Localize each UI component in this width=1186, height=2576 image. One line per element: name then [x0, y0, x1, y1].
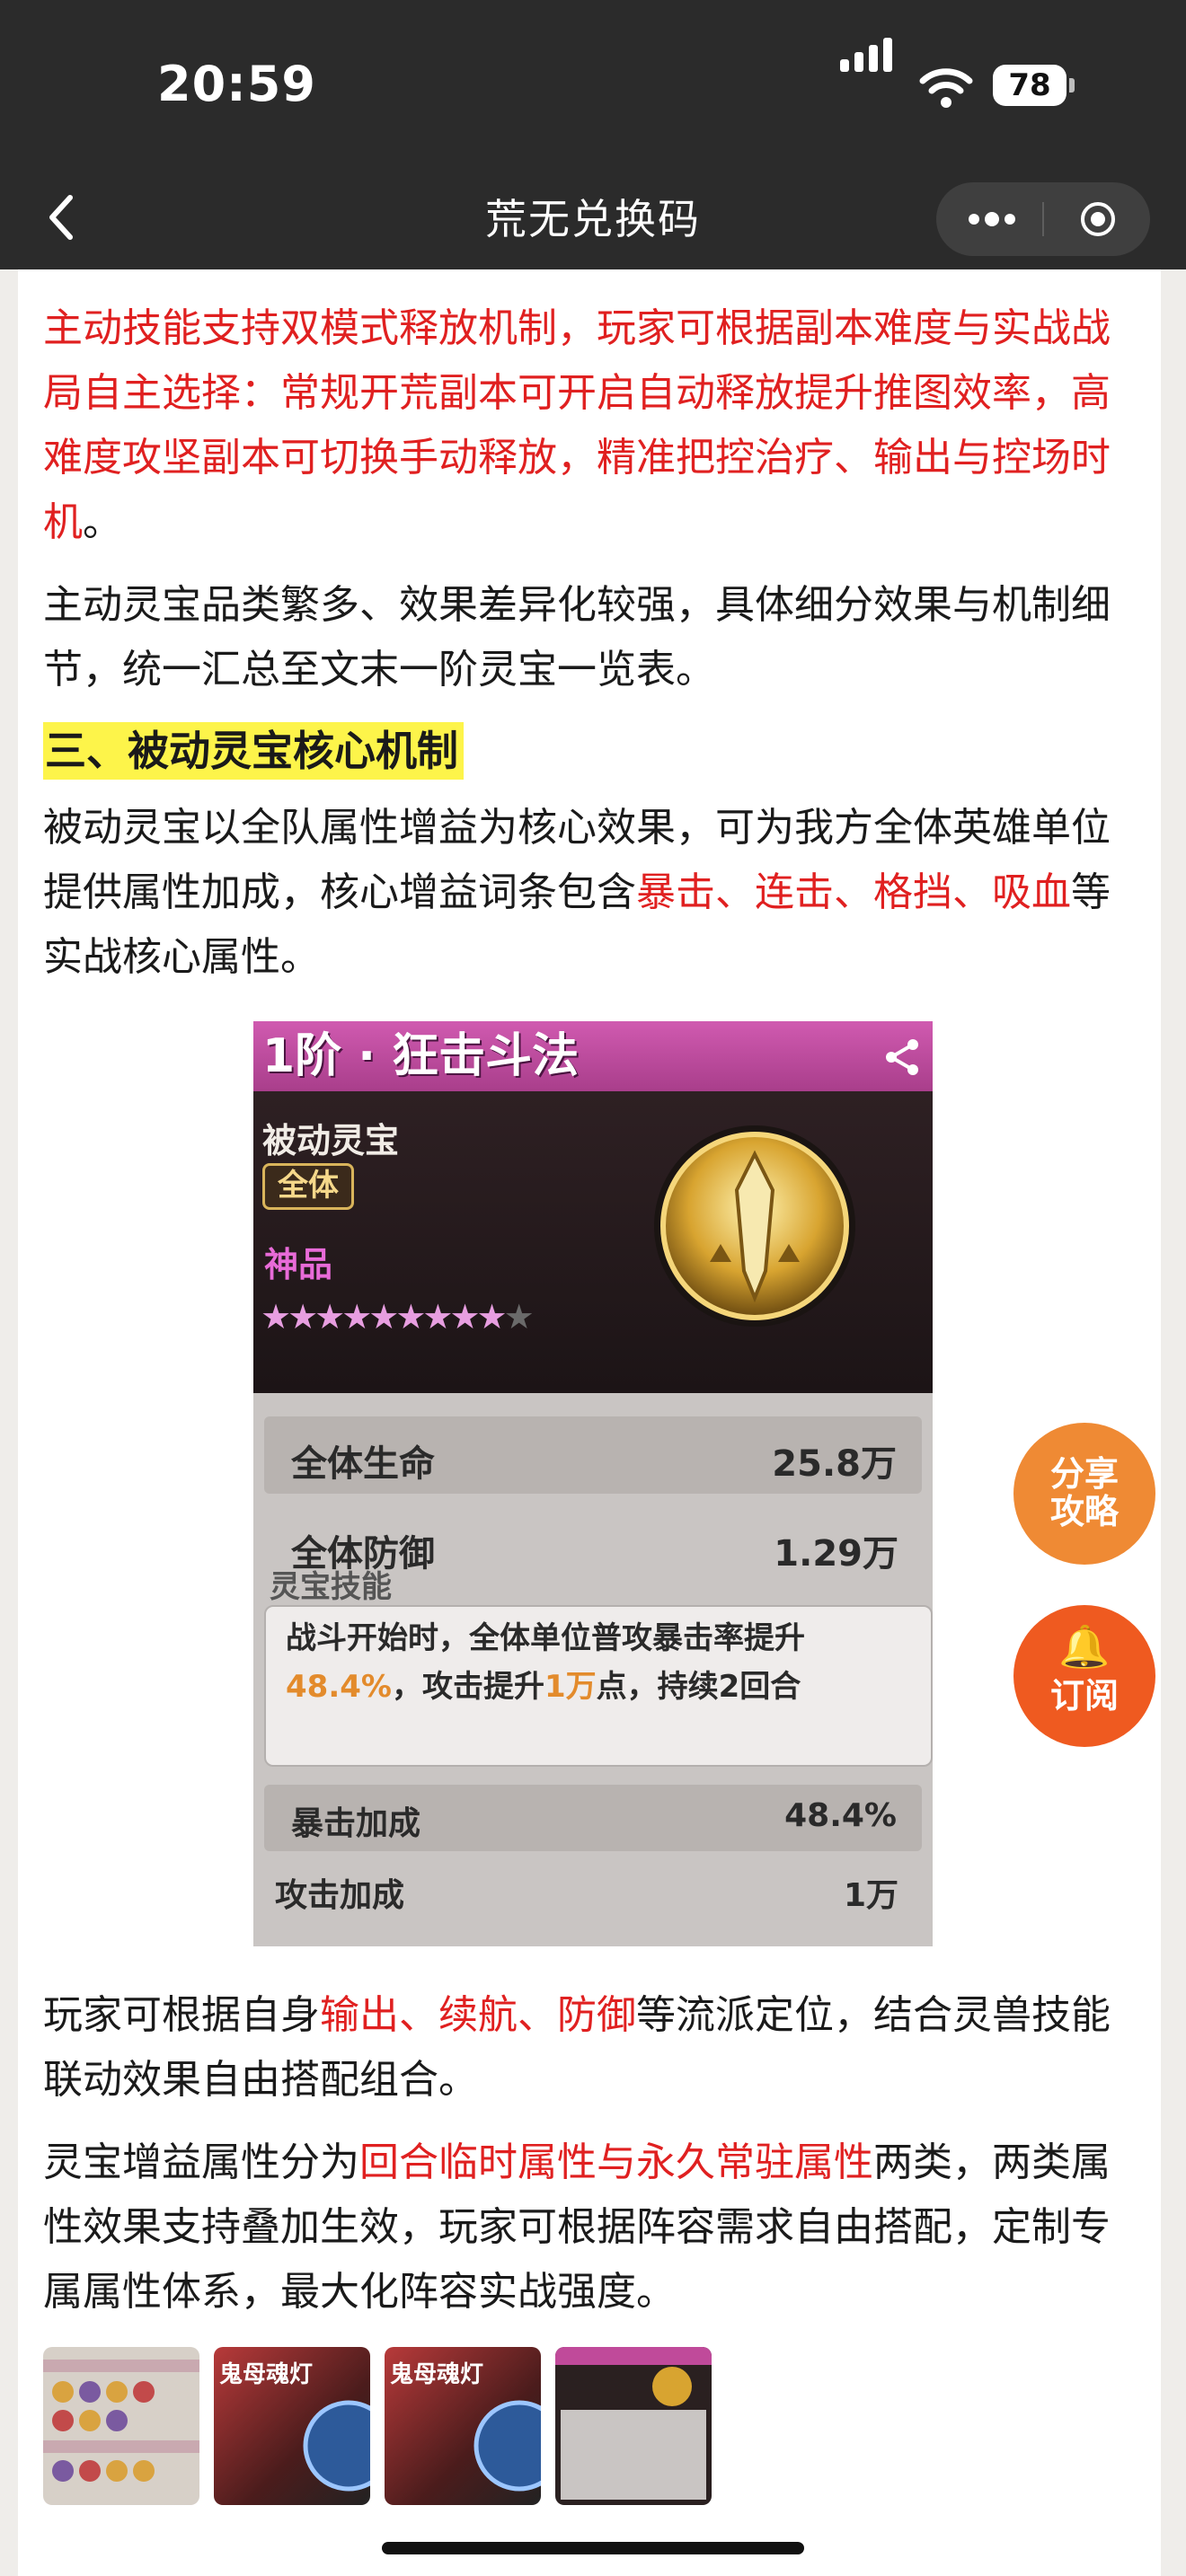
- paragraph-active-variety: 主动灵宝品类繁多、效果差异化较强，具体细分效果与机制细节，统一汇总至文末一阶灵宝…: [43, 582, 1111, 693]
- share-label-line1: 分享: [1049, 1454, 1119, 1494]
- stat-row: 全体生命 25.8万: [264, 1416, 922, 1494]
- more-dots-icon[interactable]: [967, 207, 1017, 232]
- sword-medal-icon: [654, 1125, 855, 1327]
- subscribe-button[interactable]: 🔔 订阅: [1013, 1605, 1155, 1747]
- section-heading-wrap: 三、被动灵宝核心机制: [43, 722, 1130, 780]
- thumbnail-label: 鬼母魂灯: [390, 2361, 484, 2388]
- capsule-divider: [1042, 202, 1044, 236]
- close-target-icon[interactable]: [1080, 201, 1116, 237]
- skill-text: ，攻击提升: [391, 1669, 544, 1705]
- paragraph-text: 玩家可根据自身: [43, 1992, 320, 2038]
- mini-program-capsule: [936, 182, 1150, 256]
- card-title: 1阶 · 狂击斗法: [262, 1029, 580, 1083]
- highlight-red-text: 回合临时属性与永久常驻属性: [359, 2139, 873, 2185]
- paragraph-active-skill: 主动技能支持双模式释放机制，玩家可根据副本难度与实战战局自主选择：常规开荒副本可…: [43, 296, 1130, 555]
- share-guide-button[interactable]: 分享 攻略: [1013, 1423, 1155, 1565]
- filled-stars: ★★★★★★★★★: [261, 1297, 508, 1337]
- thumbnail-grid-icon: [43, 2360, 199, 2482]
- article-body: 主动技能支持双模式释放机制，玩家可根据副本难度与实战战局自主选择：常规开荒副本可…: [43, 269, 1130, 990]
- paragraph-passive-intro: 被动灵宝以全队属性增益为核心效果，可为我方全体英雄单位提供属性加成，核心增益词条…: [43, 796, 1130, 990]
- card-scope-badge: 全体: [262, 1163, 354, 1210]
- empty-star: ★: [503, 1297, 535, 1337]
- bonus-value: 1万: [843, 1877, 898, 1914]
- stat-value: 1.29万: [774, 1533, 898, 1575]
- card-title-bar: 1阶 · 狂击斗法: [253, 1021, 933, 1091]
- card-stars: ★★★★★★★★★★: [261, 1297, 535, 1337]
- wifi-icon: [919, 68, 973, 108]
- battery-indicator: 78: [993, 65, 1067, 106]
- share-guide-label: 分享 攻略: [1013, 1423, 1155, 1531]
- stat-label: 全体生命: [291, 1443, 435, 1485]
- highlight-red-text: 输出、续航、防御: [320, 1992, 636, 2038]
- skill-text: 战斗开始时，全体单位普攻暴击率提升: [286, 1620, 805, 1656]
- bonus-label: 暴击加成: [291, 1805, 421, 1842]
- clock: 20:59: [157, 56, 316, 112]
- nav-bar: 荒无兑换码: [0, 171, 1186, 269]
- skill-description-box: 战斗开始时，全体单位普攻暴击率提升 48.4%，攻击提升1万点，持续2回合: [264, 1605, 933, 1767]
- card-preview-icon: [555, 2347, 712, 2500]
- stat-value: 25.8万: [772, 1443, 897, 1485]
- right-margin: [1161, 269, 1186, 2576]
- left-margin: [0, 269, 18, 2576]
- skill-crit-value: 48.4%: [286, 1669, 392, 1705]
- section-heading: 三、被动灵宝核心机制: [43, 722, 464, 780]
- card-type: 被动灵宝: [262, 1121, 400, 1160]
- bell-icon: 🔔: [1058, 1622, 1111, 1671]
- card-rarity: 神品: [264, 1245, 333, 1284]
- highlight-red-text: 主动技能支持双模式释放机制，玩家可根据副本难度与实战战局自主选择：常规开荒副本可…: [43, 305, 1111, 545]
- lingbao-card-image: 1阶 · 狂击斗法 被动灵宝 全体 神品 ★★★★★★★★★★ 全体生命 25.…: [253, 1021, 933, 1946]
- bonus-row: 暴击加成 48.4%: [264, 1785, 922, 1851]
- article-body-lower: 玩家可根据自身输出、续航、防御等流派定位，结合灵兽技能联动效果自由搭配组合。 灵…: [43, 1983, 1130, 2325]
- skill-description: 战斗开始时，全体单位普攻暴击率提升 48.4%，攻击提升1万点，持续2回合: [286, 1614, 915, 1711]
- thumbnail-card[interactable]: [555, 2347, 712, 2505]
- paragraph-build-choice: 玩家可根据自身输出、续航、防御等流派定位，结合灵兽技能联动效果自由搭配组合。: [43, 1983, 1130, 2113]
- highlight-red-text: 暴击、连击、格挡、吸血: [636, 869, 1071, 915]
- thumbnail-label: 鬼母魂灯: [219, 2361, 314, 2388]
- status-bar: 20:59 78: [0, 0, 1186, 171]
- home-indicator: [382, 2542, 804, 2554]
- skill-atk-value: 1万: [544, 1669, 597, 1705]
- bonus-label: 攻击加成: [275, 1877, 405, 1914]
- skill-text: 点，持续2回合: [596, 1669, 801, 1705]
- skill-heading: 灵宝技能: [270, 1569, 392, 1605]
- thumbnail-ghost-lamp-2[interactable]: 鬼母魂灯: [385, 2347, 541, 2505]
- paragraph-attribute-types: 灵宝增益属性分为回合临时属性与永久常驻属性两类，两类属性效果支持叠加生效，玩家可…: [43, 2130, 1130, 2325]
- share-label-line2: 攻略: [1049, 1492, 1119, 1531]
- bonus-value: 48.4%: [784, 1797, 897, 1834]
- thumbnail-ghost-lamp-1[interactable]: 鬼母魂灯: [214, 2347, 370, 2505]
- paragraph-text: 灵宝增益属性分为: [43, 2139, 359, 2185]
- thumbnail-lingbao-list[interactable]: [43, 2347, 199, 2505]
- subscribe-label: 订阅: [1049, 1676, 1119, 1716]
- paragraph-text: 。: [83, 499, 122, 545]
- share-icon: [886, 1039, 918, 1075]
- battery-tip: [1069, 78, 1075, 93]
